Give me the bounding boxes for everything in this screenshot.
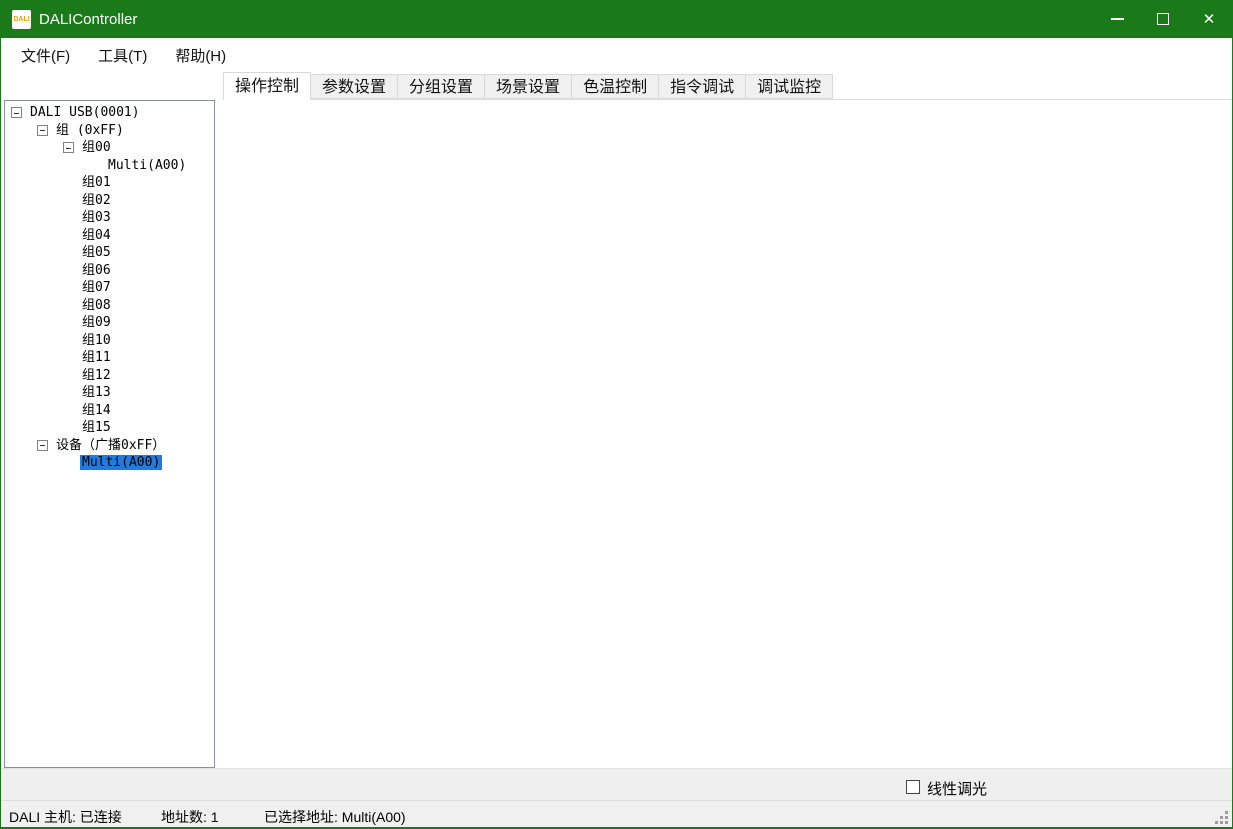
tab-3[interactable]: 场景设置 — [485, 74, 572, 99]
tree-item[interactable]: 组00 — [5, 139, 214, 157]
tree-item-label: 组00 — [80, 140, 113, 155]
status-address-count: 地址数: 1 — [161, 807, 219, 827]
tree-item-label: DALI USB(0001) — [28, 105, 142, 120]
tree-item[interactable]: Multi(A00) — [5, 157, 214, 175]
tab-6[interactable]: 调试监控 — [746, 74, 833, 99]
tree-item[interactable]: 组03 — [5, 209, 214, 227]
linear-dimming-checkbox[interactable] — [906, 780, 920, 794]
tree-item[interactable]: 组11 — [5, 349, 214, 367]
linear-dimming-label: 线性调光 — [927, 778, 987, 799]
minimize-button[interactable] — [1094, 0, 1140, 38]
maximize-icon — [1157, 13, 1169, 25]
menu-file[interactable]: 文件(F) — [7, 38, 84, 72]
tree-collapse-icon[interactable] — [11, 107, 22, 118]
tab-1[interactable]: 参数设置 — [311, 74, 398, 99]
menu-help[interactable]: 帮助(H) — [161, 38, 240, 72]
tree-item-label: 组12 — [80, 368, 113, 383]
app-icon: DALI — [12, 10, 31, 29]
tab-5[interactable]: 指令调试 — [659, 74, 746, 99]
tree-item-label: 组09 — [80, 315, 113, 330]
minimize-icon — [1111, 18, 1124, 20]
tree-item[interactable]: 组06 — [5, 262, 214, 280]
tree-item-label: 组15 — [80, 420, 113, 435]
tree-item-label: 组08 — [80, 298, 113, 313]
tree-item-label: 组05 — [80, 245, 113, 260]
tree-item-label: 组13 — [80, 385, 113, 400]
tree-item-label: Multi(A00) — [80, 455, 162, 470]
menu-bar: 文件(F) 工具(T) 帮助(H) — [1, 38, 1232, 72]
footer-strip — [1, 768, 1232, 800]
tab-bar: 操作控制参数设置分组设置场景设置色温控制指令调试调试监控 — [223, 72, 833, 99]
tree-collapse-icon[interactable] — [37, 125, 48, 136]
tab-page-operation-control — [223, 99, 1233, 768]
tree-item[interactable]: 组01 — [5, 174, 214, 192]
status-bar: DALI 主机: 已连接 地址数: 1 已选择地址: Multi(A00) — [1, 800, 1232, 827]
tree-item[interactable]: 组07 — [5, 279, 214, 297]
tree-item-label: 组02 — [80, 193, 113, 208]
tree-item-label: Multi(A00) — [106, 158, 188, 173]
tree-item[interactable]: 设备（广播0xFF） — [5, 437, 214, 455]
status-host: DALI 主机: 已连接 — [9, 807, 122, 827]
tree-item-label: 组01 — [80, 175, 113, 190]
tree-item[interactable]: 组 (0xFF) — [5, 122, 214, 140]
tree-item-label: 组04 — [80, 228, 113, 243]
title-bar: DALI DALIController ✕ — [1, 0, 1232, 38]
device-tree: DALI USB(0001) 组 (0xFF) 组00 Multi(A00) 组01 组0… — [4, 100, 215, 768]
tree-item[interactable]: 组15 — [5, 419, 214, 437]
tree-collapse-icon[interactable] — [63, 142, 74, 153]
tree-item[interactable]: DALI USB(0001) — [5, 104, 214, 122]
tree-item-label: 组06 — [80, 263, 113, 278]
tab-4[interactable]: 色温控制 — [572, 74, 659, 99]
tree-item[interactable]: 组08 — [5, 297, 214, 315]
tree-item[interactable]: 组09 — [5, 314, 214, 332]
tree-item-label: 组07 — [80, 280, 113, 295]
tree-item[interactable]: 组10 — [5, 332, 214, 350]
tab-0[interactable]: 操作控制 — [223, 72, 311, 100]
tree-item[interactable]: 组14 — [5, 402, 214, 420]
tree-item-label: 组11 — [80, 350, 113, 365]
tree-collapse-icon[interactable] — [37, 440, 48, 451]
resize-grip[interactable] — [1214, 810, 1228, 824]
tree-item[interactable]: 组04 — [5, 227, 214, 245]
tree-item[interactable]: 组05 — [5, 244, 214, 262]
tree-item-label: 组14 — [80, 403, 113, 418]
app-title: DALIController — [39, 11, 137, 28]
status-selected-address: 已选择地址: Multi(A00) — [264, 807, 406, 827]
close-icon: ✕ — [1203, 12, 1216, 27]
tree-item[interactable]: Multi(A00) — [5, 454, 214, 472]
close-button[interactable]: ✕ — [1186, 0, 1232, 38]
tree-item[interactable]: 组02 — [5, 192, 214, 210]
tree-item[interactable]: 组13 — [5, 384, 214, 402]
menu-tools[interactable]: 工具(T) — [84, 38, 161, 72]
tree-item-label: 设备（广播0xFF） — [54, 438, 167, 453]
tree-item-label: 组 (0xFF) — [54, 123, 126, 138]
tree-item-label: 组03 — [80, 210, 113, 225]
app-window: DALI DALIController ✕ 文件(F) 工具(T) 帮助(H) … — [0, 0, 1233, 829]
tree-item[interactable]: 组12 — [5, 367, 214, 385]
tree-item-label: 组10 — [80, 333, 113, 348]
maximize-button[interactable] — [1140, 0, 1186, 38]
tab-2[interactable]: 分组设置 — [398, 74, 485, 99]
